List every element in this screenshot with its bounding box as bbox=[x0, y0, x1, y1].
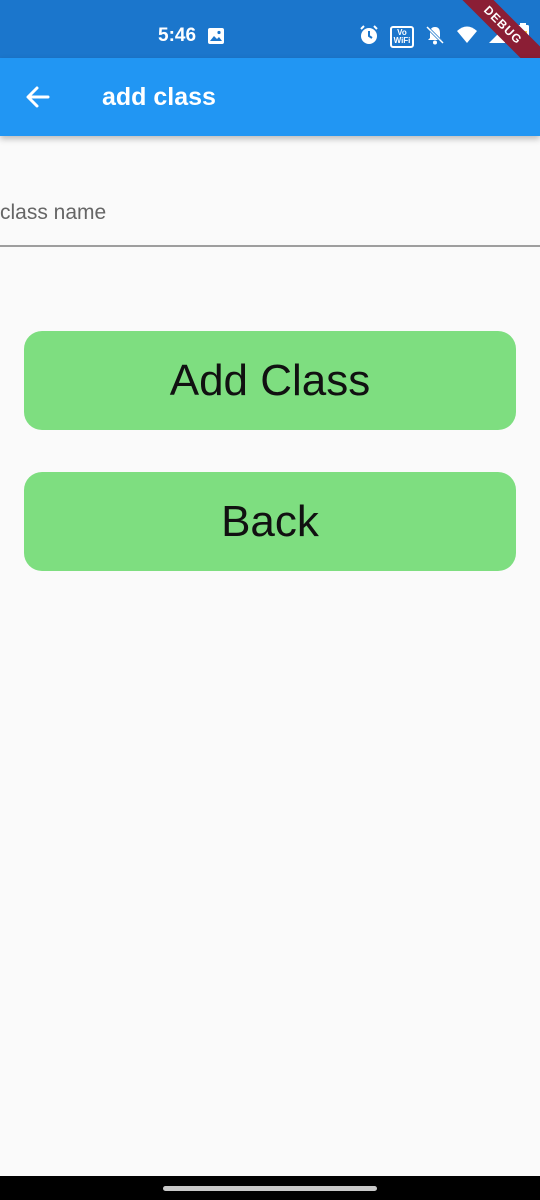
page-title: add class bbox=[102, 83, 216, 111]
wifi-icon bbox=[456, 25, 478, 50]
alarm-icon bbox=[358, 24, 380, 51]
gallery-icon bbox=[207, 27, 225, 50]
notifications-off-icon bbox=[424, 24, 446, 51]
system-nav-bar bbox=[0, 1176, 540, 1200]
volte-wifi-icon: Vo WiFi bbox=[390, 26, 414, 48]
class-name-input[interactable] bbox=[0, 196, 540, 230]
class-name-field bbox=[0, 180, 540, 247]
back-button[interactable]: Back bbox=[24, 472, 516, 571]
add-class-button[interactable]: Add Class bbox=[24, 331, 516, 430]
status-bar: 5:46 Vo WiFi DEBUG bbox=[0, 0, 540, 86]
volte-bottom-text: WiFi bbox=[393, 36, 411, 45]
home-gesture-handle[interactable] bbox=[163, 1186, 377, 1191]
app-bar: add class bbox=[0, 58, 540, 136]
arrow-back-icon[interactable] bbox=[24, 83, 52, 111]
status-time: 5:46 bbox=[158, 25, 197, 46]
